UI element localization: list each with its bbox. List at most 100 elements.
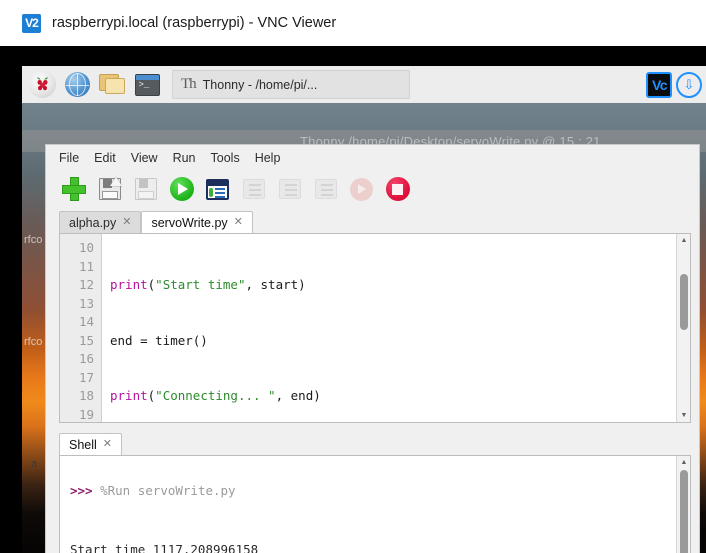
taskbar-task-label: Thonny - /home/pi/... — [203, 78, 318, 92]
vnc-window-title: raspberrypi.local (raspberrypi) - VNC Vi… — [52, 15, 336, 31]
menu-help[interactable]: Help — [255, 151, 281, 165]
line-number: 18 — [60, 387, 101, 406]
shell-output-line-1: Start time 1117.208996158 — [70, 541, 676, 553]
editor-tab-servowrite[interactable]: servoWrite.py ✕ — [141, 211, 252, 233]
save-disk-icon — [135, 178, 157, 200]
desktop-icon-label-3[interactable]: a — [31, 458, 37, 470]
editor-tab-alpha-label: alpha.py — [69, 216, 116, 230]
file-manager-button[interactable] — [97, 70, 127, 100]
stop-button[interactable] — [383, 175, 412, 204]
taskbar-task-thonny[interactable]: Th Thonny - /home/pi/... — [172, 70, 410, 99]
shell-output[interactable]: >>> %Run servoWrite.py Start time 1117.2… — [60, 456, 676, 553]
disk-label — [138, 191, 154, 199]
line-number: 17 — [60, 369, 101, 388]
line-number-gutter: 10 11 12 13 14 15 16 17 18 19 — [60, 234, 102, 422]
shell-vertical-scrollbar[interactable]: ▲ — [676, 456, 690, 553]
terminal-icon: >_ — [135, 74, 160, 96]
line-number: 16 — [60, 350, 101, 369]
code-line-11: end = timer() — [110, 332, 676, 351]
menu-bar: File Edit View Run Tools Help — [46, 145, 699, 170]
raspberry-icon — [29, 71, 56, 98]
shell-tab[interactable]: Shell ✕ — [59, 433, 122, 455]
step-into-button[interactable] — [275, 175, 304, 204]
new-file-button[interactable] — [59, 175, 88, 204]
stop-icon — [386, 177, 410, 201]
up-arrow-icon — [110, 177, 122, 186]
vnc-logo-icon: V2 — [22, 14, 41, 33]
taskbar-tray: Vc ⇩ — [646, 72, 706, 98]
debug-icon — [206, 179, 229, 200]
screen-top-letterbox — [0, 46, 706, 68]
shell-scroll-thumb[interactable] — [680, 470, 688, 553]
scroll-down-icon[interactable]: ▼ — [677, 409, 691, 422]
disk-shutter — [139, 179, 148, 188]
menu-run[interactable]: Run — [173, 151, 196, 165]
step-over-icon — [243, 179, 265, 199]
vnc-server-tray-icon[interactable]: Vc — [646, 72, 672, 98]
line-number: 12 — [60, 276, 101, 295]
code-line-12: print("Connecting... ", end) — [110, 387, 676, 406]
globe-ring — [69, 73, 86, 96]
terminal-titlebar — [136, 75, 159, 80]
desktop-icon-label-2[interactable]: rfco — [24, 336, 42, 348]
menu-file[interactable]: File — [59, 151, 79, 165]
shell-panel[interactable]: >>> %Run servoWrite.py Start time 1117.2… — [59, 455, 691, 553]
line-number: 14 — [60, 313, 101, 332]
debug-button[interactable] — [203, 175, 232, 204]
toolbar — [46, 170, 699, 208]
folder-icon — [99, 73, 126, 96]
resume-button[interactable] — [347, 175, 376, 204]
close-icon[interactable]: ✕ — [103, 439, 112, 450]
step-out-button[interactable] — [311, 175, 340, 204]
thonny-icon: Th — [181, 77, 196, 92]
editor-tab-bar: alpha.py ✕ servoWrite.py ✕ — [46, 208, 699, 233]
debug-bug — [209, 188, 213, 197]
editor-scroll-thumb[interactable] — [680, 274, 688, 330]
code-text-area[interactable]: print("Start time", start) end = timer()… — [102, 234, 676, 422]
editor-vertical-scrollbar[interactable]: ▲ ▼ — [676, 234, 690, 422]
line-number: 15 — [60, 332, 101, 351]
shell-command-line: >>> %Run servoWrite.py — [70, 482, 676, 499]
resume-icon — [350, 178, 373, 201]
step-into-icon — [279, 179, 301, 199]
run-icon — [170, 177, 194, 201]
thonny-window: File Edit View Run Tools Help — [45, 144, 700, 553]
line-number: 13 — [60, 295, 101, 314]
line-number: 19 — [60, 406, 101, 424]
scroll-up-icon[interactable]: ▲ — [677, 456, 691, 469]
editor-tab-alpha[interactable]: alpha.py ✕ — [59, 211, 141, 233]
folder-front — [105, 78, 125, 94]
line-number: 10 — [60, 239, 101, 258]
download-icon[interactable]: ⇩ — [676, 72, 702, 98]
web-browser-button[interactable] — [62, 70, 92, 100]
editor-tab-servowrite-label: servoWrite.py — [151, 216, 227, 230]
globe-icon — [65, 72, 90, 97]
step-over-button[interactable] — [239, 175, 268, 204]
menu-tools[interactable]: Tools — [211, 151, 240, 165]
menu-view[interactable]: View — [131, 151, 158, 165]
shell-tab-label: Shell — [69, 438, 97, 452]
scroll-up-icon[interactable]: ▲ — [677, 234, 691, 247]
screen-left-letterbox — [0, 46, 22, 553]
terminal-prompt-glyph: >_ — [139, 81, 150, 90]
run-button[interactable] — [167, 175, 196, 204]
shell-tab-bar: Shell ✕ — [46, 430, 699, 455]
menu-edit[interactable]: Edit — [94, 151, 116, 165]
line-number: 11 — [60, 258, 101, 277]
close-icon[interactable]: ✕ — [122, 217, 131, 228]
raspberry-menu-button[interactable] — [27, 70, 57, 100]
remote-desktop: rfco rfco a — [0, 46, 706, 553]
code-line-10: print("Start time", start) — [110, 276, 676, 295]
shell-command: %Run servoWrite.py — [100, 483, 235, 498]
vnc-viewer-window: V2 raspberrypi.local (raspberrypi) - VNC… — [0, 0, 706, 553]
vnc-titlebar: V2 raspberrypi.local (raspberrypi) - VNC… — [0, 0, 706, 46]
code-editor[interactable]: 10 11 12 13 14 15 16 17 18 19 print("Sta… — [59, 233, 691, 423]
terminal-button[interactable]: >_ — [132, 70, 162, 100]
shell-spacer — [70, 516, 676, 524]
step-out-icon — [315, 179, 337, 199]
save-file-button[interactable] — [131, 175, 160, 204]
disk-label — [102, 191, 118, 199]
close-icon[interactable]: ✕ — [234, 217, 243, 228]
desktop-icon-label-1[interactable]: rfco — [24, 234, 42, 246]
load-file-button[interactable] — [95, 175, 124, 204]
